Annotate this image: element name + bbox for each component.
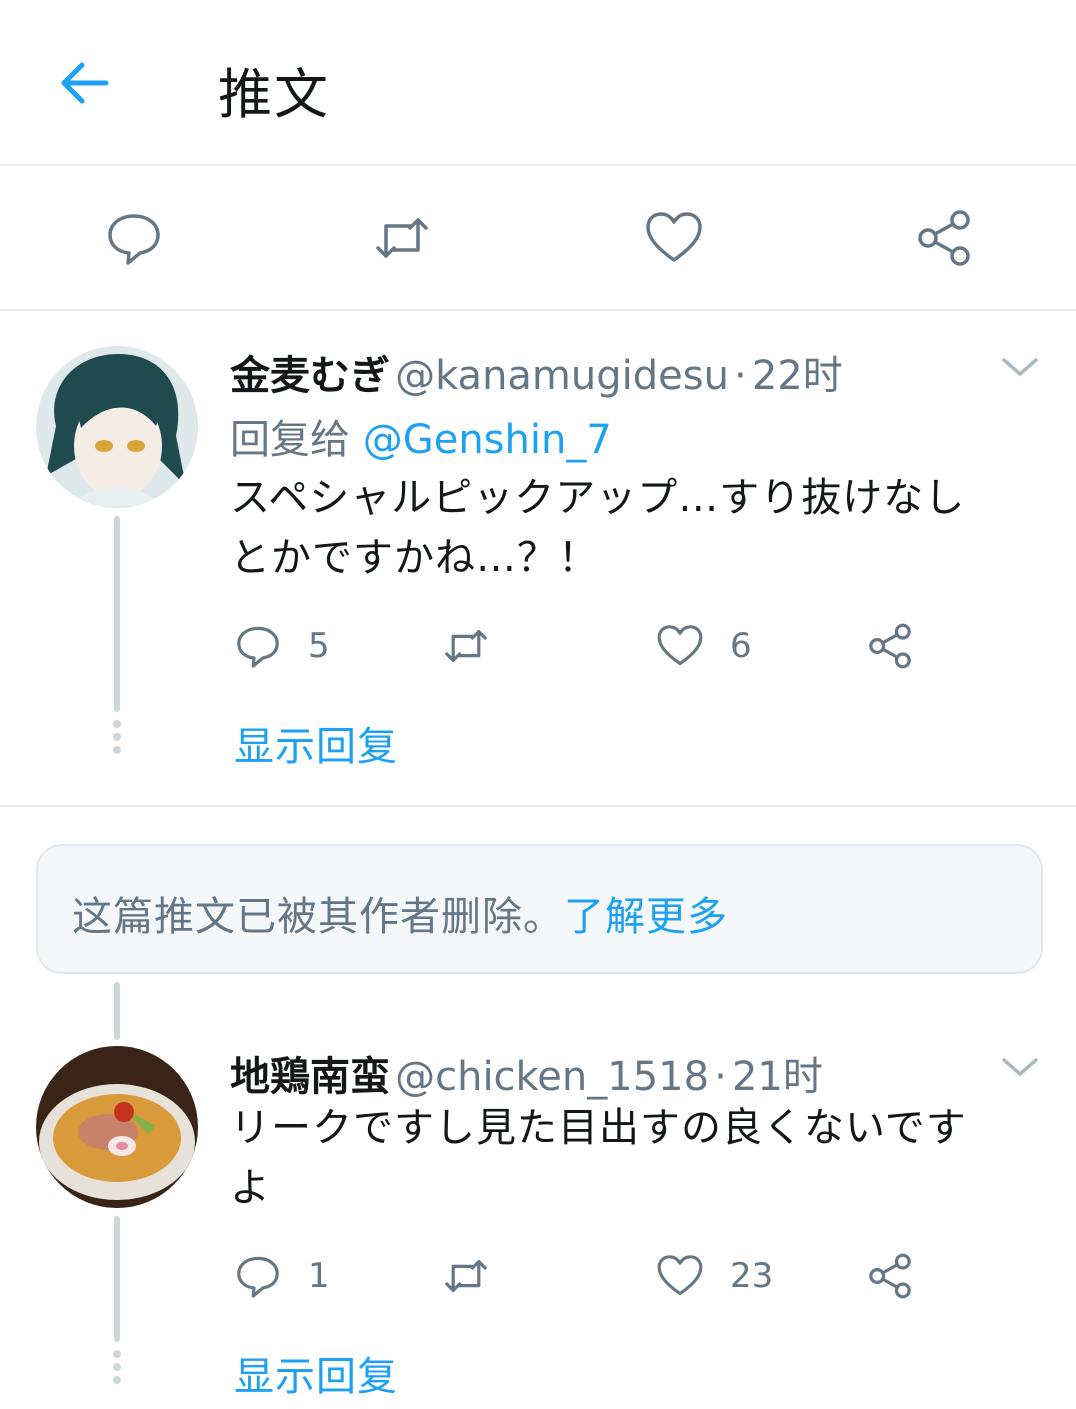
like-count: 23 xyxy=(730,1256,774,1296)
share-icon[interactable] xyxy=(914,208,974,268)
timestamp: 21时 xyxy=(731,1054,823,1100)
tweet-header: 金麦むぎ @kanamugidesu · 22时 xyxy=(230,343,843,401)
reply-context: 回复给 @Genshin_7 xyxy=(230,407,612,465)
tweet-text: リークですし見た目出すの良くないです よ xyxy=(230,1098,1040,1218)
reply-prefix: 回复给 xyxy=(230,417,350,463)
tweet-text-line: リークですし見た目出すの良くないです xyxy=(230,1105,967,1151)
like-heart-icon xyxy=(657,625,703,666)
chevron-down-icon[interactable] xyxy=(1000,352,1040,382)
tweet-text-line: とかですかね…？！ xyxy=(230,535,599,581)
chevron-down-icon[interactable] xyxy=(1000,1052,1040,1082)
display-name[interactable]: 金麦むぎ xyxy=(230,353,390,399)
tweet-text-line: よ xyxy=(230,1165,271,1211)
reply-icon[interactable] xyxy=(104,208,164,268)
timestamp: 22时 xyxy=(751,353,843,399)
retweet-icon[interactable] xyxy=(372,208,432,268)
avatar-image xyxy=(36,1046,198,1208)
thread-dots xyxy=(113,1350,121,1389)
deleted-tweet-notice: 这篇推文已被其作者删除。了解更多 xyxy=(36,844,1043,974)
reply-button[interactable]: 5 xyxy=(234,616,330,676)
thread-line xyxy=(114,516,120,712)
avatar[interactable] xyxy=(36,1046,198,1208)
thread-line xyxy=(114,1216,120,1342)
top-bar xyxy=(0,0,1076,166)
thread-dots xyxy=(113,720,121,759)
tweet-actions: 5 6 xyxy=(230,616,950,676)
display-name[interactable]: 地鶏南蛮 xyxy=(230,1054,390,1100)
tweet-header: 地鶏南蛮 @chicken_1518 · 21时 xyxy=(230,1044,823,1102)
share-icon xyxy=(869,623,911,669)
like-heart-icon[interactable] xyxy=(644,208,704,268)
share-button[interactable] xyxy=(866,1246,914,1306)
reply-icon xyxy=(237,1256,279,1298)
retweet-icon xyxy=(445,630,487,662)
like-button[interactable]: 6 xyxy=(656,616,752,676)
reply-button[interactable]: 1 xyxy=(234,1246,330,1306)
divider xyxy=(0,805,1076,807)
thread-line xyxy=(114,982,120,1040)
separator: · xyxy=(734,353,747,399)
reply-handle-link[interactable]: @Genshin_7 xyxy=(363,417,612,463)
reply-count: 5 xyxy=(308,626,330,666)
reply-count: 1 xyxy=(308,1256,330,1296)
user-handle[interactable]: @kanamugidesu xyxy=(395,353,729,399)
show-replies-link[interactable]: 显示回复 xyxy=(234,714,398,772)
back-arrow-icon[interactable] xyxy=(58,56,112,110)
retweet-icon xyxy=(445,1260,487,1292)
show-replies-link[interactable]: 显示回复 xyxy=(234,1344,398,1402)
user-handle[interactable]: @chicken_1518 xyxy=(395,1054,709,1100)
share-icon xyxy=(869,1253,911,1299)
avatar-image xyxy=(36,346,198,508)
share-button[interactable] xyxy=(866,616,914,676)
tweet-text: スペシャルピックアップ…すり抜けなし とかですかね…？！ xyxy=(230,468,1030,588)
like-heart-icon xyxy=(657,1255,703,1296)
tweet-actions: 1 23 xyxy=(230,1246,950,1306)
retweet-button[interactable] xyxy=(442,616,490,676)
like-count: 6 xyxy=(730,626,752,666)
retweet-button[interactable] xyxy=(442,1246,490,1306)
learn-more-link[interactable]: 了解更多 xyxy=(564,894,728,940)
deleted-text: 这篇推文已被其作者删除。 xyxy=(72,894,564,940)
tweet-text-line: スペシャルピックアップ…すり抜けなし xyxy=(230,475,966,521)
like-button[interactable]: 23 xyxy=(656,1246,773,1306)
main-tweet-action-bar xyxy=(0,166,1076,311)
reply-icon xyxy=(237,626,279,668)
page-title: 推文 xyxy=(218,63,330,126)
separator: · xyxy=(714,1054,727,1100)
avatar[interactable] xyxy=(36,346,198,508)
